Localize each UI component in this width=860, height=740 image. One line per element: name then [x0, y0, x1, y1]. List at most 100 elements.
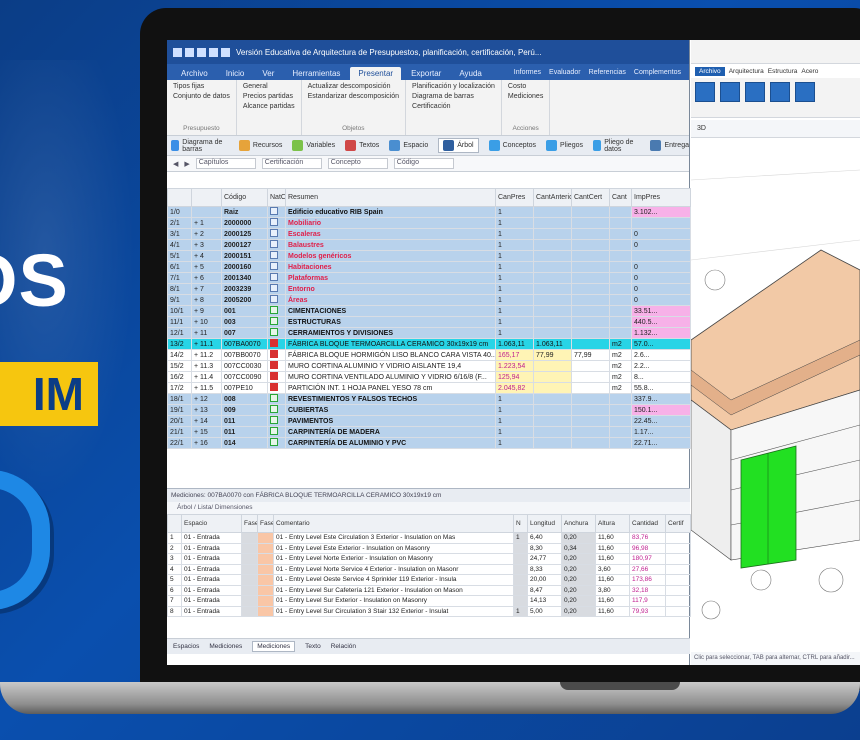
column-header[interactable]: NatC: [267, 188, 286, 207]
ribbon-command[interactable]: Alcance partidas: [243, 103, 295, 110]
nav-field-concept[interactable]: Concepto: [327, 158, 388, 169]
menu-tab-presentar[interactable]: Presentar: [350, 67, 402, 80]
doc-tab[interactable]: Variables: [292, 140, 335, 151]
menu-tab-inicio[interactable]: Inicio: [218, 67, 253, 80]
column-header[interactable]: CantAnteriorLC: [533, 188, 572, 207]
nav-forward-icon[interactable]: ▶: [184, 160, 189, 168]
modify-tool-icon[interactable]: [695, 82, 715, 102]
table-row[interactable]: 22/1 + 16 014 CARPINTERÍA DE ALUMINIO Y PVC…: [167, 437, 691, 449]
column-header[interactable]: FaseCert: [257, 514, 274, 533]
column-header[interactable]: Cant: [609, 188, 632, 207]
column-header[interactable]: CantCert: [571, 188, 610, 207]
ribbon-command[interactable]: Planificación y localización: [412, 83, 495, 90]
view-tab-3d[interactable]: 3D: [691, 120, 860, 138]
select-tool-icon[interactable]: [770, 82, 790, 102]
doc-tab[interactable]: Árbol: [438, 138, 479, 153]
ribbon-command[interactable]: Mediciones: [508, 93, 543, 100]
menu-right-item[interactable]: Informes: [514, 69, 541, 76]
nav-field-certification[interactable]: Certificación: [261, 158, 322, 169]
column-header[interactable]: N: [513, 514, 528, 533]
table-row[interactable]: 1/0 Raiz Edificio educativo RIB Spain 1 3.10…: [167, 206, 691, 218]
doc-tab[interactable]: Entrega: [650, 140, 689, 151]
doc-tab[interactable]: Espacio: [389, 140, 428, 151]
table-row[interactable]: 19/1 + 13 009 CUBIERTAS 1 150.1...: [167, 404, 691, 416]
table-row[interactable]: 15/2 + 11.3 007CC0030 MURO CORTINA ALUMINIO…: [167, 360, 691, 372]
revit-menu-item[interactable]: Estructura: [768, 68, 798, 75]
table-row[interactable]: 3 01 - Entrada 01 - Entry Level Norte Exte…: [167, 553, 691, 565]
bottom-tab[interactable]: Mediciones: [209, 643, 242, 650]
inspect-tool-icon[interactable]: [720, 82, 740, 102]
ribbon-command[interactable]: Diagrama de barras: [412, 93, 495, 100]
quick-access-toolbar[interactable]: [173, 47, 230, 57]
column-header[interactable]: Cantidad: [629, 514, 666, 533]
doc-tab[interactable]: Diagrama de barras: [171, 139, 229, 153]
column-header[interactable]: [167, 188, 192, 207]
table-row[interactable]: 14/2 + 11.2 007BB0070 FÁBRICA BLOQUE HORMIG…: [167, 349, 691, 361]
3d-model-view[interactable]: [691, 140, 860, 645]
column-header[interactable]: FaseMed: [241, 514, 258, 533]
ribbon-command[interactable]: Actualizar descomposición: [308, 83, 399, 90]
menu-right-item[interactable]: Complementos: [634, 69, 681, 76]
menu-tab-herramientas[interactable]: Herramientas: [284, 67, 348, 80]
update-tool-icon[interactable]: [745, 82, 765, 102]
measurements-toolbar[interactable]: Árbol / Lista/ Dimensiones: [167, 502, 690, 514]
ribbon-command[interactable]: Conjunto de datos: [173, 93, 230, 100]
table-row[interactable]: 4/1 + 3 2000127 Balaustres 1 0: [167, 239, 691, 251]
column-header[interactable]: Anchura: [561, 514, 596, 533]
column-header[interactable]: CanPres: [495, 188, 534, 207]
table-row[interactable]: 8 01 - Entrada 01 - Entry Level Sur Circul…: [167, 605, 691, 617]
table-row[interactable]: 17/2 + 11.5 007PE10 PARTICIÓN INT. 1 HOJA P…: [167, 382, 691, 394]
ribbon-command[interactable]: Tipos fijas: [173, 83, 230, 90]
menu-right-item[interactable]: Evaluador: [549, 69, 581, 76]
table-row[interactable]: 7/1 + 6 2001340 Plataformas 1 0: [167, 272, 691, 284]
nav-back-icon[interactable]: ◀: [173, 160, 178, 168]
revit-menu-item[interactable]: Arquitectura: [729, 68, 764, 75]
table-row[interactable]: 3/1 + 2 2000125 Escaleras 1 0: [167, 228, 691, 240]
filter-tool-icon[interactable]: [795, 82, 815, 102]
table-row[interactable]: 18/1 + 12 008 REVESTIMIENTOS Y FALSOS TECHO…: [167, 393, 691, 405]
revit-menu-item[interactable]: Acero: [801, 68, 818, 75]
bottom-tab[interactable]: Relación: [331, 643, 356, 650]
table-row[interactable]: 11/1 + 10 003 ESTRUCTURAS 1 440.5...: [167, 316, 691, 328]
ribbon-command[interactable]: Certificación: [412, 103, 495, 110]
menu-tab-archivo[interactable]: Archivo: [173, 67, 216, 80]
table-row[interactable]: 10/1 + 9 001 CIMENTACIONES 1 33.51...: [167, 305, 691, 317]
doc-tab[interactable]: Pliegos: [546, 140, 583, 151]
table-row[interactable]: 12/1 + 11 007 CERRAMIENTOS Y DIVISIONES 1 1.1…: [167, 327, 691, 339]
table-row[interactable]: 7 01 - Entrada 01 - Entry Level Sur Exteri…: [167, 595, 691, 607]
table-row[interactable]: 9/1 + 8 2005200 Áreas 1 0: [167, 294, 691, 306]
table-row[interactable]: 5 01 - Entrada 01 - Entry Level Oeste Serv…: [167, 574, 691, 586]
table-row[interactable]: 21/1 + 15 011 CARPINTERÍA DE MADERA 1 1.17...: [167, 426, 691, 438]
table-row[interactable]: 6 01 - Entrada 01 - Entry Level Sur Cafete…: [167, 584, 691, 596]
doc-tab[interactable]: Pliego de datos: [593, 139, 640, 153]
doc-tab[interactable]: Conceptos: [488, 140, 536, 151]
menu-right-item[interactable]: Referencias: [589, 69, 626, 76]
revit-menu-item[interactable]: Archivo: [695, 66, 725, 76]
column-header[interactable]: Comentario: [273, 514, 514, 533]
column-header[interactable]: Longitud: [527, 514, 562, 533]
table-row[interactable]: 13/2 + 11.1 007BA0070 FÁBRICA BLOQUE TERMOA…: [167, 338, 691, 350]
nav-field-code[interactable]: Código: [393, 158, 454, 169]
column-header[interactable]: Espacio: [181, 514, 242, 533]
menu-tab-ver[interactable]: Ver: [254, 67, 282, 80]
column-header[interactable]: ImpPres: [631, 188, 691, 207]
ribbon-command[interactable]: Costo: [508, 83, 543, 90]
column-header[interactable]: Código: [221, 188, 268, 207]
bottom-tab[interactable]: Espacios: [173, 643, 199, 650]
table-row[interactable]: 2 01 - Entrada 01 - Entry Level Este Exter…: [167, 542, 691, 554]
column-header[interactable]: [167, 514, 182, 533]
table-row[interactable]: 4 01 - Entrada 01 - Entry Level Norte Serv…: [167, 563, 691, 575]
column-header[interactable]: [191, 188, 222, 207]
column-header[interactable]: Resumen: [285, 188, 496, 207]
column-header[interactable]: Certif: [665, 514, 691, 533]
table-row[interactable]: 2/1 + 1 2000000 Mobiliario 1: [167, 217, 691, 229]
menu-tab-ayuda[interactable]: Ayuda: [451, 67, 490, 80]
table-row[interactable]: 6/1 + 5 2000160 Habitaciones 1 0: [167, 261, 691, 273]
ribbon-command[interactable]: Precios partidas: [243, 93, 295, 100]
doc-tab[interactable]: Textos: [345, 140, 379, 151]
table-row[interactable]: 5/1 + 4 2000151 Modelos genéricos 1: [167, 250, 691, 262]
bottom-tab[interactable]: Mediciones: [252, 641, 296, 652]
table-row[interactable]: 8/1 + 7 2003239 Entorno 1 0: [167, 283, 691, 295]
ribbon-command[interactable]: General: [243, 83, 295, 90]
table-row[interactable]: 20/1 + 14 011 PAVIMENTOS 1 22.45...: [167, 415, 691, 427]
